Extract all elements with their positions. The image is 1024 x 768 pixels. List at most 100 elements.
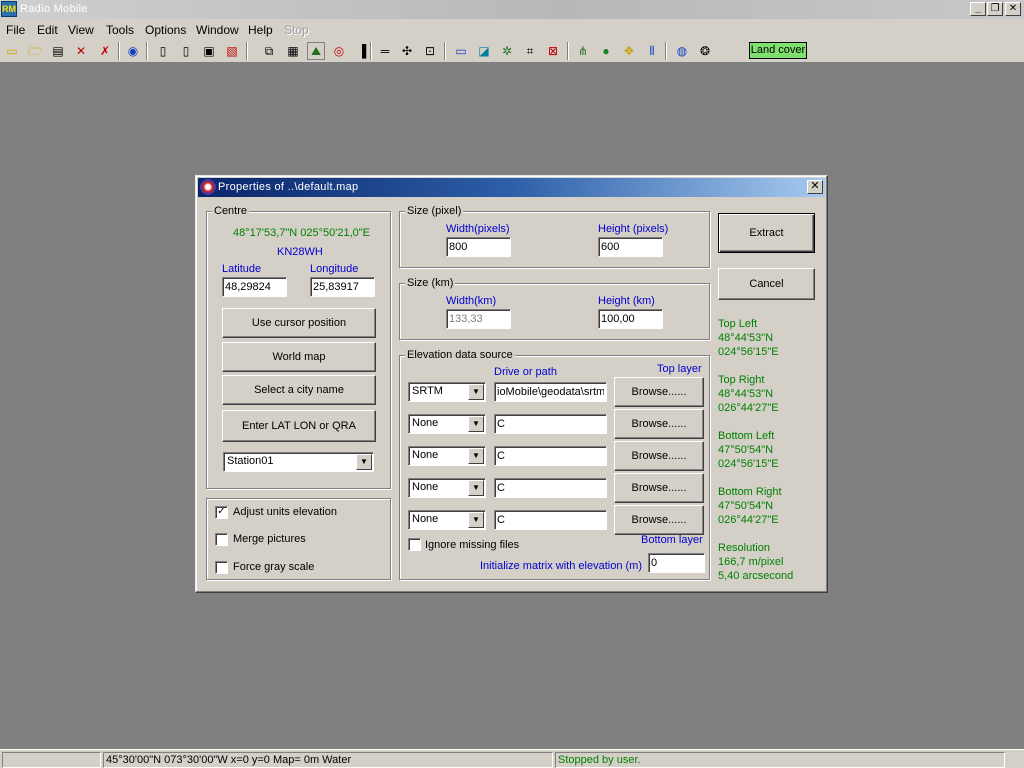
elevation-source-value: SRTM xyxy=(412,385,443,397)
size-km-group-title: Size (km) xyxy=(405,277,456,289)
elevation-path-input[interactable] xyxy=(494,414,607,434)
initialize-elevation-input[interactable] xyxy=(648,553,705,573)
width-pixels-input[interactable] xyxy=(446,237,511,257)
top-left-lat: 48°44'53"N xyxy=(718,332,774,344)
menu-view[interactable]: View xyxy=(68,23,94,37)
elevation-source-select[interactable]: None ▼ xyxy=(408,510,486,530)
menu-options[interactable]: Options xyxy=(145,23,186,37)
height-km-input[interactable] xyxy=(598,309,663,329)
browse-button[interactable]: Browse...... xyxy=(614,409,704,439)
use-cursor-position-button[interactable]: Use cursor position xyxy=(222,308,376,338)
window-icon[interactable]: ▭ xyxy=(452,42,470,60)
copy-icon[interactable]: ⧉ xyxy=(260,42,278,60)
antenna-icon[interactable]: ⋔ xyxy=(574,42,592,60)
open-picture-icon[interactable]: ▯ xyxy=(177,42,195,60)
select-city-button[interactable]: Select a city name xyxy=(222,375,376,405)
force-gray-scale-label: Force gray scale xyxy=(233,561,315,573)
elevation-path-input[interactable] xyxy=(494,446,607,466)
bottom-right-label: Bottom Right xyxy=(718,486,782,498)
browse-button[interactable]: Browse...... xyxy=(614,377,704,407)
chevron-down-icon[interactable]: ▼ xyxy=(356,454,372,470)
elevation-source-group-title: Elevation data source xyxy=(405,349,515,361)
target-icon[interactable]: ◎ xyxy=(330,42,348,60)
top-right-lat: 48°44'53"N xyxy=(718,388,774,400)
minimize-button[interactable]: _ xyxy=(970,2,986,16)
browse-button[interactable]: Browse...... xyxy=(614,505,704,535)
elevation-source-select[interactable]: None ▼ xyxy=(408,446,486,466)
width-km-label: Width(km) xyxy=(446,295,497,307)
link-icon[interactable]: ✗ xyxy=(96,42,114,60)
station-select[interactable]: Station01 ▼ xyxy=(223,452,374,472)
centre-group: Centre 48°17'53,7"N 025°50'21,0"E KN28WH… xyxy=(206,205,391,489)
restore-button[interactable]: ❐ xyxy=(987,2,1003,16)
ignore-missing-files-checkbox[interactable] xyxy=(408,538,421,551)
globe-icon[interactable]: ◍ xyxy=(673,42,691,60)
internet-icon[interactable]: ❂ xyxy=(696,42,714,60)
height-pixels-label: Height (pixels) xyxy=(598,223,669,235)
menu-edit[interactable]: Edit xyxy=(37,23,58,37)
chevron-down-icon[interactable]: ▼ xyxy=(468,480,484,496)
ignore-missing-files-label: Ignore missing files xyxy=(425,539,520,551)
ruler-icon[interactable]: ═ xyxy=(376,42,394,60)
radio-mobile-app-icon[interactable]: RM xyxy=(1,1,17,17)
no-link-icon[interactable]: ⊠ xyxy=(544,42,562,60)
initialize-matrix-label: Initialize matrix with elevation (m) xyxy=(480,560,642,572)
close-button[interactable]: ✕ xyxy=(1005,2,1021,16)
picture-icon[interactable]: ▯ xyxy=(154,42,172,60)
top-left-label: Top Left xyxy=(718,318,758,330)
dialog-close-button[interactable]: ✕ xyxy=(807,180,823,194)
force-gray-scale-checkbox[interactable] xyxy=(215,561,228,574)
visual-coverage-icon[interactable]: ● xyxy=(597,42,615,60)
menu-tools[interactable]: Tools xyxy=(106,23,134,37)
menu-file[interactable]: File xyxy=(6,23,25,37)
adjust-units-elevation-checkbox[interactable]: ✓ xyxy=(215,506,228,519)
elevation-path-input[interactable] xyxy=(494,510,607,530)
radio-link-icon[interactable]: ◪ xyxy=(475,42,493,60)
print-icon[interactable]: ▦ xyxy=(284,42,302,60)
elevation-source-select[interactable]: None ▼ xyxy=(408,414,486,434)
extract-button[interactable]: Extract xyxy=(718,213,815,253)
menu-help[interactable]: Help xyxy=(248,23,273,37)
menu-window[interactable]: Window xyxy=(196,23,239,37)
compass-icon[interactable]: ⊡ xyxy=(421,42,439,60)
save-picture-icon[interactable]: ▣ xyxy=(200,42,218,60)
grid-icon[interactable]: ✣ xyxy=(398,42,416,60)
bottom-left-lat: 47°50'54"N xyxy=(718,444,774,456)
status-message: Stopped by user. xyxy=(555,752,1005,768)
units-icon[interactable]: ✕ xyxy=(72,42,90,60)
map-properties-icon[interactable]: ◉ xyxy=(124,42,142,60)
elevation-source-select[interactable]: SRTM ▼ xyxy=(408,382,486,402)
interference-icon[interactable]: ⌗ xyxy=(521,42,539,60)
world-map-button[interactable]: World map xyxy=(222,342,376,372)
chevron-down-icon[interactable]: ▼ xyxy=(468,512,484,528)
networks-icon[interactable]: ▤ xyxy=(49,42,67,60)
merge-pictures-checkbox[interactable] xyxy=(215,533,228,546)
map-properties-icon xyxy=(200,179,216,195)
radio-coverage-icon[interactable]: ✲ xyxy=(498,42,516,60)
open-folder-icon[interactable]: 🗁 xyxy=(26,42,44,60)
elevation-path-input[interactable] xyxy=(494,382,607,402)
centre-qra-locator: KN28WH xyxy=(277,246,323,258)
elevation-source-select[interactable]: None ▼ xyxy=(408,478,486,498)
dialog-titlebar[interactable]: Properties of ..\default.map ✕ xyxy=(198,178,825,197)
route-icon[interactable]: ✥ xyxy=(620,42,638,60)
cancel-button[interactable]: Cancel xyxy=(718,268,815,300)
enter-lat-lon-qra-button[interactable]: Enter LAT LON or QRA xyxy=(222,410,376,442)
latitude-input[interactable] xyxy=(222,277,287,297)
grayscale-icon[interactable]: ▐ xyxy=(353,42,371,60)
menu-bar: File Edit View Tools Options Window Help… xyxy=(0,19,1024,39)
longitude-input[interactable] xyxy=(310,277,375,297)
delete-picture-icon[interactable]: ▧ xyxy=(223,42,241,60)
elevation-path-input[interactable] xyxy=(494,478,607,498)
browse-button[interactable]: Browse...... xyxy=(614,441,704,471)
land-cover-indicator[interactable]: Land cover xyxy=(749,42,807,59)
bars-icon[interactable]: ⦀ xyxy=(643,42,661,60)
terrain-icon[interactable]: ⛰ xyxy=(307,42,325,60)
toolbar: ▭ 🗁 ▤ ✕ ✗ ◉ ▯ ▯ ▣ ▧ ⧉ ▦ ⛰ ◎ ▐ ═ ✣ ⊡ ▭ ◪ … xyxy=(0,39,1024,63)
chevron-down-icon[interactable]: ▼ xyxy=(468,448,484,464)
browse-button[interactable]: Browse...... xyxy=(614,473,704,503)
height-pixels-input[interactable] xyxy=(598,237,663,257)
chevron-down-icon[interactable]: ▼ xyxy=(468,416,484,432)
new-map-icon[interactable]: ▭ xyxy=(3,42,21,60)
chevron-down-icon[interactable]: ▼ xyxy=(468,384,484,400)
